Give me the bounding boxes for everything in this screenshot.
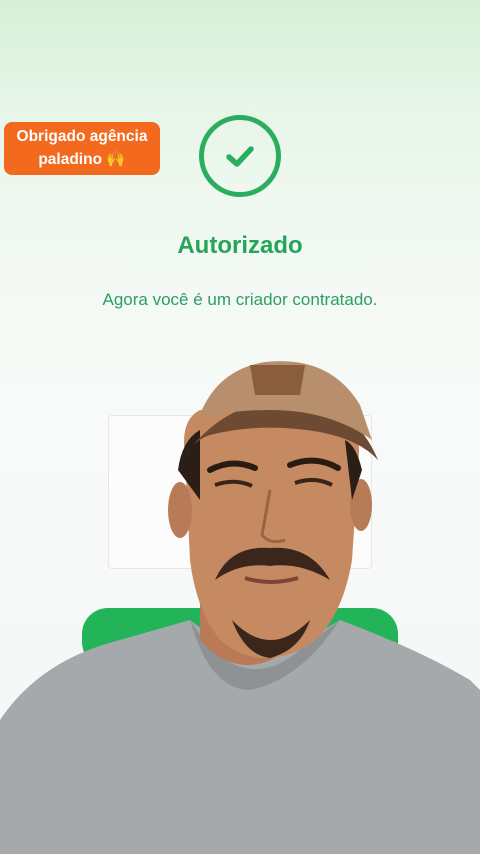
continue-button[interactable] [82,608,398,668]
info-card-line: tambe [219,491,261,506]
info-card: Vamos e programa oficial, tambe dúvidas.… [108,415,372,569]
badge-line: paladino 🙌 [38,151,126,168]
info-card-line: oficial, [218,473,262,488]
info-card-line: entrar [219,527,261,542]
page-subtitle: Agora você é um criador contratado. [102,290,378,309]
info-card-line: dúvidas. [212,509,268,524]
check-circle-icon [199,115,281,197]
thanks-badge: Obrigado agência paladino 🙌 [4,122,160,175]
badge-line: Obrigado agência [16,128,148,145]
info-card-line: Vamos e [212,437,268,452]
checkmark-icon [226,146,254,167]
info-card-line: programa [207,455,273,470]
page-title: Autorizado [177,232,303,259]
